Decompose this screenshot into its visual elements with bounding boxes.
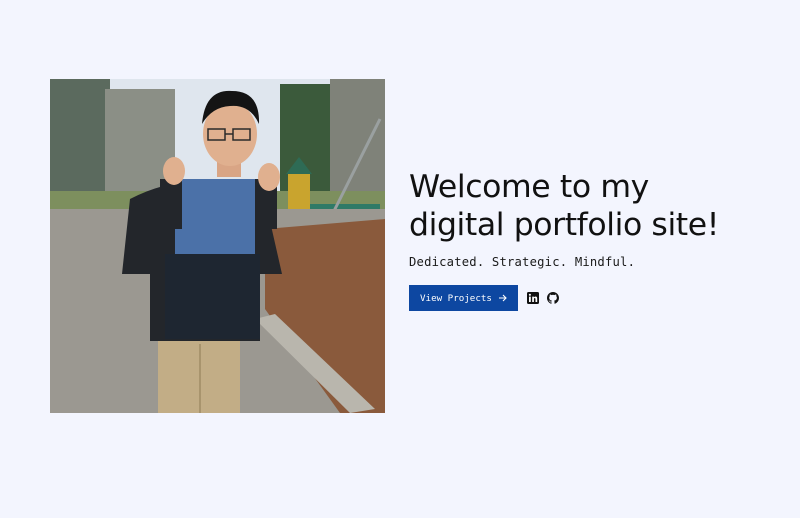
hero-text: Welcome to my digital portfolio site! De… (409, 168, 769, 311)
view-projects-button[interactable]: View Projects (409, 285, 518, 311)
linkedin-icon[interactable] (526, 292, 539, 304)
tagline: Dedicated. Strategic. Mindful. (409, 255, 636, 269)
profile-photo-image (50, 79, 385, 413)
profile-photo (50, 79, 385, 413)
page-title: Welcome to my digital portfolio site! (409, 168, 769, 244)
view-projects-label: View Projects (420, 292, 492, 304)
hero-actions: View Projects (409, 285, 769, 311)
arrow-right-icon (498, 294, 507, 302)
headline-line-2: digital portfolio site! (409, 207, 719, 243)
github-icon[interactable] (546, 292, 559, 304)
headline-line-1: Welcome to my (409, 169, 649, 205)
